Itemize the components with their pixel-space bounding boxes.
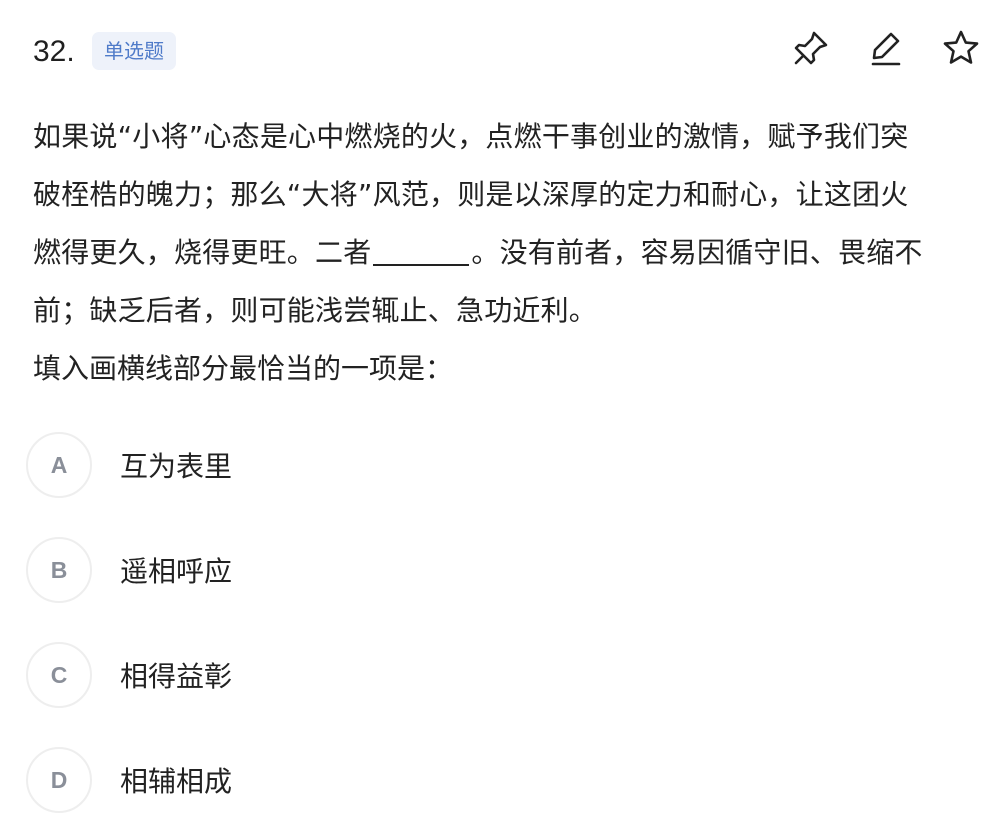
option-text: 遥相呼应 — [120, 555, 233, 588]
fill-in-blank — [373, 234, 470, 266]
option-letter: C — [26, 642, 92, 708]
answer-options: A 互为表里 B 遥相呼应 C 相得益彰 D 相辅相成 — [26, 430, 966, 832]
stem-line: 破桎梏的魄力；那么“大将”风范，则是以深厚的定力和耐心，让这团火 — [33, 178, 909, 211]
option-text: 相辅相成 — [120, 765, 233, 798]
star-icon[interactable] — [941, 28, 981, 68]
question-type-badge: 单选题 — [92, 32, 176, 70]
question-number: 32. — [33, 35, 75, 68]
stem-text-after-blank: 。没有前者，容易因循守旧、畏缩不 — [471, 236, 923, 269]
option-letter: B — [26, 537, 92, 603]
option-text: 相得益彰 — [120, 660, 233, 693]
stem-line: 燃得更久，烧得更旺。二者 。没有前者，容易因循守旧、畏缩不 — [33, 224, 973, 282]
option-text: 互为表里 — [120, 450, 233, 483]
option-c[interactable]: C 相得益彰 — [26, 640, 966, 710]
option-a[interactable]: A 互为表里 — [26, 430, 966, 500]
option-letter: A — [26, 432, 92, 498]
stem-line: 前；缺乏后者，则可能浅尝辄止、急功近利。 — [33, 294, 598, 327]
option-d[interactable]: D 相辅相成 — [26, 745, 966, 815]
option-letter: D — [26, 747, 92, 813]
option-b[interactable]: B 遥相呼应 — [26, 535, 966, 605]
stem-text-before-blank: 燃得更久，烧得更旺。二者 — [33, 236, 372, 269]
question-stem: 如果说“小将”心态是心中燃烧的火，点燃干事创业的激情，赋予我们突 破桎梏的魄力；… — [33, 108, 973, 340]
edit-icon[interactable] — [866, 28, 906, 68]
pin-icon[interactable] — [791, 28, 831, 68]
stem-line: 如果说“小将”心态是心中燃烧的火，点燃干事创业的激情，赋予我们突 — [33, 120, 909, 153]
question-header: 32. 单选题 — [0, 0, 997, 100]
question-prompt: 填入画横线部分最恰当的一项是： — [33, 352, 454, 385]
